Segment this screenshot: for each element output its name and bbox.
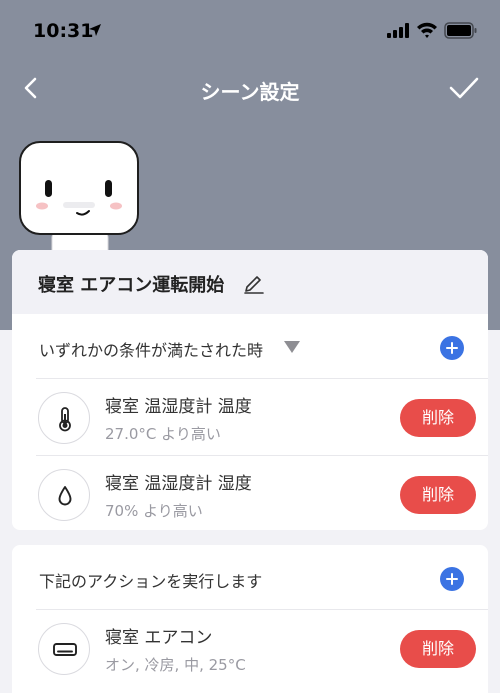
actions-section-header: 下記のアクションを実行します xyxy=(12,545,488,609)
actions-card: 下記のアクションを実行します 寝室 エアコン オン, 冷房, 中, 25°C 削… xyxy=(12,545,488,693)
add-condition-button[interactable] xyxy=(440,336,464,360)
scene-header: 寝室 エアコン運転開始 xyxy=(12,250,488,314)
confirm-checkmark-button[interactable] xyxy=(448,74,480,102)
status-time: 10:31 xyxy=(33,20,94,42)
delete-button[interactable]: 削除 xyxy=(400,630,476,668)
actions-label: 下記のアクションを実行します xyxy=(39,572,263,591)
condition-title: 寝室 温湿度計 湿度 xyxy=(105,474,252,494)
water-drop-icon xyxy=(38,469,90,521)
cellular-signal-icon xyxy=(387,23,409,38)
status-bar: 10:31 xyxy=(0,0,500,58)
conditions-label: いずれかの条件が満たされた時 xyxy=(39,341,264,360)
navigation-bar: シーン設定 xyxy=(0,62,500,114)
wifi-icon xyxy=(417,22,437,38)
mascot-character xyxy=(19,141,139,252)
condition-title: 寝室 温湿度計 温度 xyxy=(105,397,252,417)
condition-row[interactable]: 寝室 温湿度計 湿度 70% より高い 削除 xyxy=(36,455,488,532)
action-row[interactable]: 寝室 エアコン オン, 冷房, 中, 25°C 削除 xyxy=(36,609,488,686)
location-arrow-icon xyxy=(89,24,101,36)
condition-detail: 27.0°C より高い xyxy=(105,425,221,443)
action-title: 寝室 エアコン xyxy=(105,628,213,648)
air-conditioner-icon xyxy=(38,623,90,675)
condition-row[interactable]: 寝室 温湿度計 温度 27.0°C より高い 削除 xyxy=(36,378,488,455)
delete-button[interactable]: 削除 xyxy=(400,476,476,514)
add-action-button[interactable] xyxy=(440,567,464,591)
dropdown-triangle-icon[interactable] xyxy=(284,341,300,353)
battery-icon xyxy=(444,22,477,39)
page-title: シーン設定 xyxy=(200,80,300,104)
scene-card: 寝室 エアコン運転開始 いずれかの条件が満たされた時 寝室 温湿度計 温度 27… xyxy=(12,250,488,530)
condition-detail: 70% より高い xyxy=(105,502,203,520)
scene-name: 寝室 エアコン運転開始 xyxy=(38,275,225,296)
thermometer-icon xyxy=(38,392,90,444)
delete-button[interactable]: 削除 xyxy=(400,399,476,437)
conditions-section-header: いずれかの条件が満たされた時 xyxy=(12,314,488,378)
action-detail: オン, 冷房, 中, 25°C xyxy=(105,656,246,674)
edit-pencil-icon[interactable] xyxy=(243,272,265,294)
